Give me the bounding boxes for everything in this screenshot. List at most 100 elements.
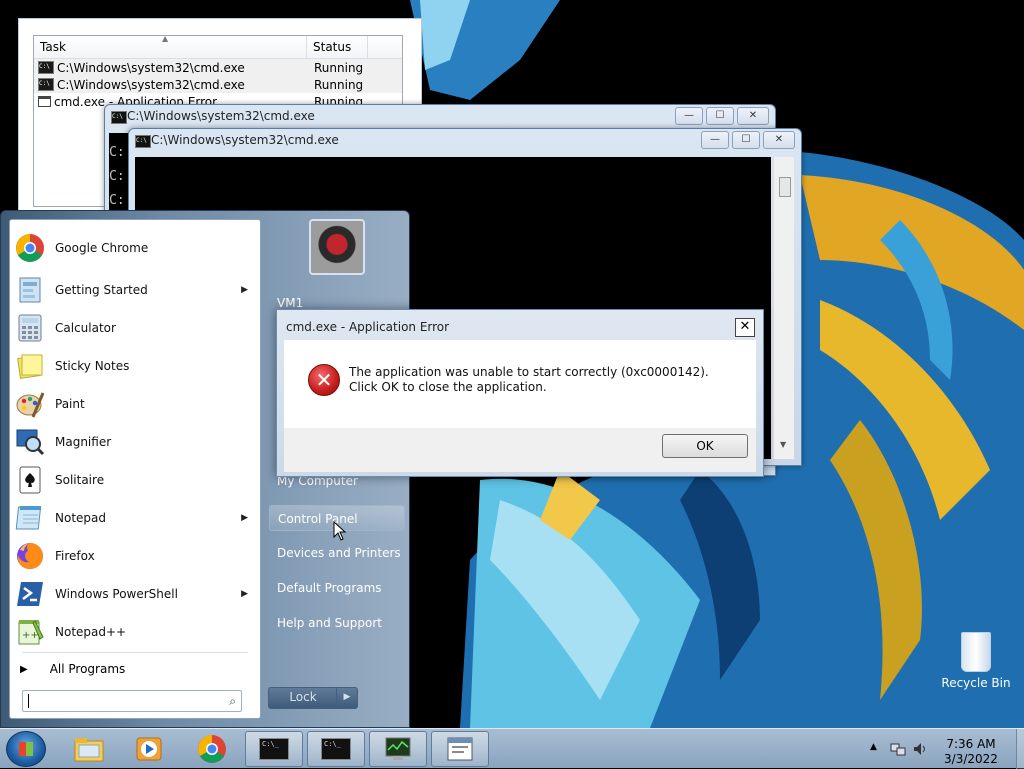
chrome-icon: [198, 735, 226, 763]
cmd-icon: C:\: [111, 111, 127, 124]
start-item-calculator[interactable]: Calculator: [12, 310, 258, 346]
user-avatar[interactable]: [309, 219, 365, 275]
start-item-paint[interactable]: Paint: [12, 386, 258, 422]
search-icon[interactable]: ⌕: [229, 694, 236, 709]
recycle-bin-icon: [961, 632, 991, 672]
start-search-input[interactable]: ⌕: [22, 690, 242, 712]
close-button[interactable]: ✕: [763, 131, 795, 149]
start-item-label: Notepad++: [55, 625, 127, 639]
maximize-button[interactable]: ☐: [706, 107, 734, 125]
start-item-solitaire[interactable]: Solitaire: [12, 462, 258, 498]
network-icon[interactable]: [890, 741, 906, 757]
all-programs-arrow-icon: ▶: [20, 663, 28, 675]
task-status: Running: [314, 77, 364, 92]
minimize-button[interactable]: —: [675, 107, 703, 125]
close-button[interactable]: ✕: [737, 107, 769, 125]
taskbar-chrome[interactable]: [183, 731, 241, 767]
start-item-label: Notepad: [55, 511, 106, 525]
start-right-default-programs[interactable]: Default Programs: [269, 575, 405, 601]
taskbar-media-player[interactable]: [120, 731, 178, 767]
submenu-arrow-icon: ▶: [241, 513, 248, 523]
shutdown-options-button[interactable]: ▶: [336, 687, 358, 709]
clock-time: 7:36 AM: [946, 737, 996, 751]
console-line: C:: [109, 145, 125, 160]
task-status: Running: [314, 60, 364, 75]
taskbar-error-dialog[interactable]: [431, 731, 489, 767]
solitaire-icon: [14, 464, 46, 496]
start-item-sticky-notes[interactable]: Sticky Notes: [12, 348, 258, 384]
start-item-label: Windows PowerShell: [55, 587, 178, 601]
lock-button[interactable]: Lock: [268, 687, 338, 709]
cmd-icon: C:\_: [321, 738, 351, 760]
chrome-icon: [14, 232, 46, 264]
system-clock[interactable]: 7:36 AM 3/3/2022: [936, 737, 1006, 767]
application-error-dialog: cmd.exe - Application Error ✕ ✕ The appl…: [276, 309, 764, 477]
error-icon: ✕: [308, 364, 340, 396]
column-header-status[interactable]: Status: [307, 36, 368, 58]
cmd-icon: C:\: [38, 78, 54, 91]
taskbar-cmd-2[interactable]: C:\_: [307, 731, 365, 767]
task-name: C:\Windows\system32\cmd.exe: [57, 77, 245, 92]
show-desktop-button[interactable]: [1016, 729, 1024, 769]
all-programs-button[interactable]: ▶ All Programs: [20, 658, 250, 680]
start-item-label: Magnifier: [55, 435, 112, 449]
all-programs-label: All Programs: [49, 662, 126, 676]
task-row[interactable]: C:\ C:\Windows\system32\cmd.exe Running: [34, 59, 402, 76]
clock-date: 3/3/2022: [944, 752, 998, 766]
scrollbar-thumb[interactable]: [779, 177, 791, 197]
show-hidden-icons-button[interactable]: ▲: [870, 742, 877, 752]
sort-up-icon: ▲: [162, 34, 169, 43]
window-title: C:\Windows\system32\cmd.exe: [127, 109, 315, 123]
start-item-label: Firefox: [55, 549, 95, 563]
task-name: C:\Windows\system32\cmd.exe: [57, 60, 245, 75]
vertical-scrollbar[interactable]: ▼: [773, 157, 794, 459]
start-item-firefox[interactable]: Firefox: [12, 538, 258, 574]
cmd-icon: C:\_: [259, 738, 289, 760]
column-task-label: Task: [40, 40, 66, 54]
start-item-getting-started[interactable]: Getting Started ▶: [12, 272, 258, 308]
calculator-icon: [14, 312, 46, 344]
start-item-label: Calculator: [55, 321, 116, 335]
recycle-bin-label: Recycle Bin: [941, 676, 1011, 690]
start-right-devices-printers[interactable]: Devices and Printers: [269, 540, 405, 566]
column-header-task[interactable]: Task ▲: [34, 34, 307, 58]
notepad-icon: [14, 502, 46, 534]
taskbar-task-manager[interactable]: [369, 731, 427, 767]
firefox-icon: [14, 540, 46, 572]
start-item-magnifier[interactable]: Magnifier: [12, 424, 258, 460]
dialog-close-button[interactable]: ✕: [735, 318, 755, 337]
start-item-google-chrome[interactable]: Google Chrome: [12, 230, 258, 266]
minimize-button[interactable]: —: [701, 131, 729, 149]
taskbar-explorer[interactable]: [60, 731, 118, 767]
start-item-notepad[interactable]: Notepad ▶: [12, 500, 258, 536]
mouse-cursor-icon: [333, 521, 347, 541]
scroll-down-icon[interactable]: ▼: [780, 440, 786, 449]
recycle-bin-shortcut[interactable]: Recycle Bin: [938, 632, 1014, 690]
start-item-notepadpp[interactable]: ++ Notepad++: [12, 614, 258, 650]
start-item-label: Solitaire: [55, 473, 105, 487]
system-tray: ▲ 7:36 AM 3/3/2022: [866, 733, 1016, 767]
start-button[interactable]: [6, 731, 46, 767]
start-right-help-support[interactable]: Help and Support: [269, 610, 405, 636]
error-message: The application was unable to start corr…: [349, 365, 709, 394]
submenu-arrow-icon: ▶: [241, 285, 248, 295]
explorer-icon: [74, 738, 104, 762]
windows-logo-icon: [19, 742, 33, 756]
taskbar-cmd-1[interactable]: C:\_: [245, 731, 303, 767]
media-player-icon: [136, 737, 162, 761]
dialog-body: ✕ The application was unable to start co…: [284, 340, 756, 428]
maximize-button[interactable]: ☐: [732, 131, 760, 149]
cmd-icon: C:\: [38, 61, 54, 74]
start-item-label: Google Chrome: [55, 241, 149, 255]
start-item-windows-powershell[interactable]: Windows PowerShell ▶: [12, 576, 258, 612]
ok-button[interactable]: OK: [662, 434, 748, 458]
cmd-icon: C:\: [135, 135, 151, 148]
task-row[interactable]: C:\ C:\Windows\system32\cmd.exe Running: [34, 76, 402, 93]
start-item-label: Sticky Notes: [55, 359, 130, 373]
getting-started-icon: [14, 274, 46, 306]
window-title: C:\Windows\system32\cmd.exe: [151, 133, 339, 147]
volume-icon[interactable]: [912, 741, 928, 757]
powershell-icon: [14, 578, 46, 610]
dialog-icon: [38, 96, 51, 107]
magnifier-icon: [14, 426, 46, 458]
